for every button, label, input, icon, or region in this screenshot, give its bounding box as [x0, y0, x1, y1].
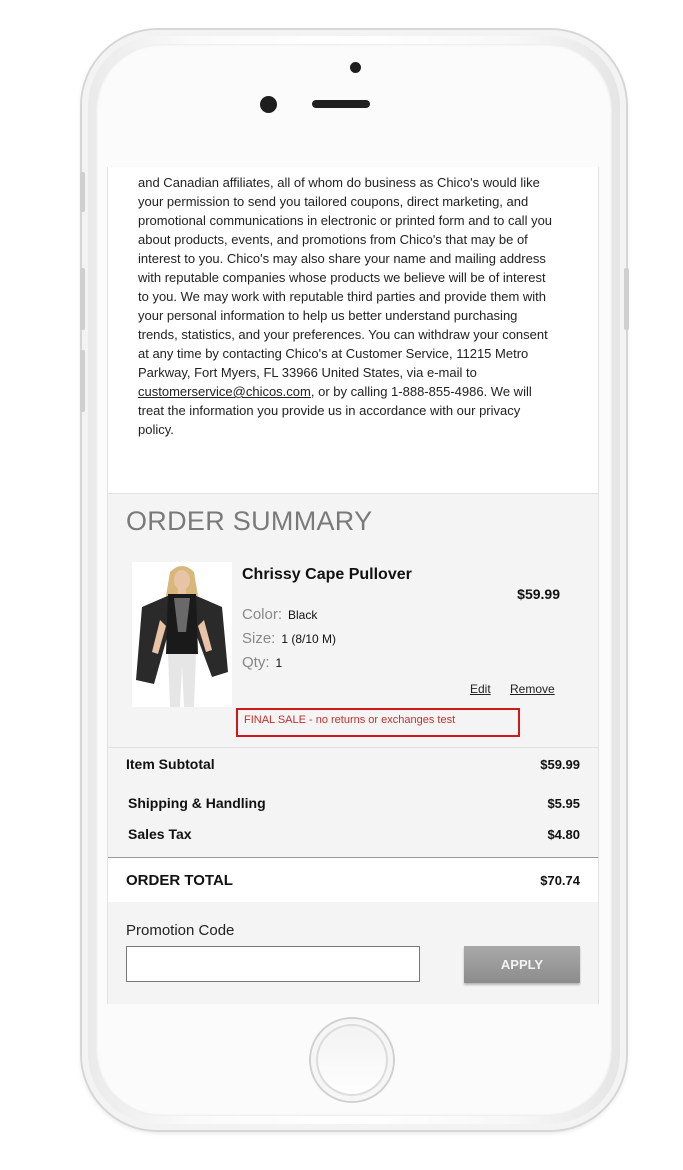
earpiece-speaker — [312, 100, 370, 108]
color-attribute: Color: Black — [242, 606, 317, 623]
color-value: Black — [288, 608, 318, 622]
final-sale-notice: FINAL SALE - no returns or exchanges tes… — [236, 708, 520, 737]
size-value: 1 (8/10 M) — [281, 632, 337, 646]
item-subtotal-label: Item Subtotal — [126, 756, 215, 772]
shipping-value: $5.95 — [547, 796, 580, 811]
order-total-row: ORDER TOTAL $70.74 — [108, 857, 598, 903]
front-camera-icon — [260, 96, 277, 113]
product-image[interactable] — [132, 562, 232, 707]
volume-down-button — [80, 350, 85, 412]
size-attribute: Size: 1 (8/10 M) — [242, 630, 336, 647]
apply-promo-button[interactable]: APPLY — [464, 946, 580, 983]
mute-switch — [80, 172, 85, 212]
screen: and Canadian affiliates, all of whom do … — [107, 167, 599, 1004]
remove-item-link[interactable]: Remove — [510, 682, 555, 696]
proximity-sensor — [350, 62, 361, 73]
order-total-label: ORDER TOTAL — [126, 872, 233, 889]
order-summary-title: ORDER SUMMARY — [126, 506, 373, 536]
customer-service-email-link[interactable]: customerservice@chicos.com — [138, 384, 311, 399]
home-button[interactable] — [311, 1019, 393, 1101]
order-summary-section: ORDER SUMMARY Chrissy Cape Pullover $59. — [108, 493, 598, 748]
edit-item-link[interactable]: Edit — [470, 682, 491, 696]
item-subtotal-value: $59.99 — [540, 757, 580, 772]
totals-section: Item Subtotal $59.99 Shipping & Handling… — [108, 747, 598, 858]
sales-tax-label: Sales Tax — [128, 826, 192, 842]
qty-label: Qty: — [242, 654, 270, 671]
size-label: Size: — [242, 630, 276, 647]
promotion-code-input[interactable] — [126, 946, 420, 982]
shipping-label: Shipping & Handling — [128, 795, 266, 811]
qty-value: 1 — [275, 656, 283, 670]
sales-tax-value: $4.80 — [547, 827, 580, 842]
legal-text-part1: and Canadian affiliates, all of whom do … — [138, 175, 553, 380]
order-total-value: $70.74 — [540, 873, 580, 888]
power-button — [624, 268, 629, 330]
promotion-section: Promotion Code APPLY — [108, 902, 598, 1004]
volume-up-button — [80, 268, 85, 330]
product-name[interactable]: Chrissy Cape Pullover — [242, 566, 412, 584]
legal-consent-text: and Canadian affiliates, all of whom do … — [138, 173, 558, 439]
item-price: $59.99 — [517, 586, 560, 602]
color-label: Color: — [242, 606, 283, 623]
promotion-code-label: Promotion Code — [126, 922, 235, 939]
qty-attribute: Qty: 1 — [242, 654, 282, 671]
